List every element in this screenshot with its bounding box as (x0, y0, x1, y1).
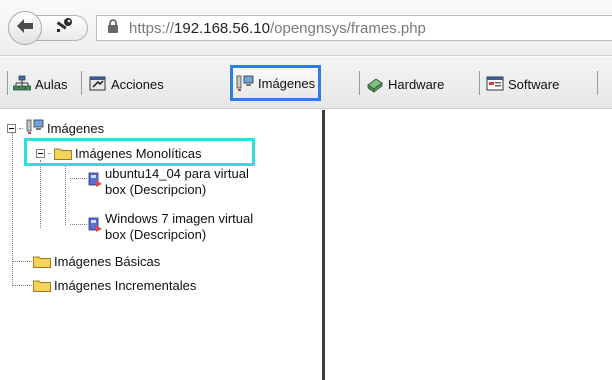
tree-group-label: Imágenes Incrementales (54, 278, 197, 293)
images-tree-frame: Imágenes Imágenes Monolíticas ubuntu14_0… (0, 110, 322, 380)
tree-image-item[interactable]: ubuntu14_04 para virtual box (Descripcio… (87, 166, 249, 198)
hardware-icon (366, 75, 384, 93)
toolbar-button-software[interactable]: Software (486, 70, 559, 98)
collapse-icon[interactable] (7, 124, 16, 133)
tree-group-monoliticas[interactable]: Imágenes Monolíticas (36, 146, 201, 161)
tree-image-item[interactable]: Windows 7 imagen virtual box (Descripcio… (87, 211, 253, 243)
content-frame (325, 110, 612, 380)
toolbar-separator (597, 71, 598, 95)
browser-url-bar: https://192.168.56.10/opengnsys/frames.p… (0, 0, 612, 56)
tree-group-incrementales[interactable]: Imágenes Incrementales (33, 278, 196, 293)
toolbar-label-imagenes: Imágenes (258, 75, 316, 91)
toolbar-separator (359, 71, 360, 95)
url-prefix: https:// (129, 19, 175, 37)
tree-root-label: Imágenes (47, 121, 105, 136)
tree-guide-line (12, 261, 32, 262)
actions-icon (89, 75, 107, 93)
folder-icon (33, 255, 51, 268)
disk-image-icon (87, 172, 103, 192)
url-host: 192.168.56.10 (174, 19, 270, 37)
collapse-icon[interactable] (36, 149, 45, 158)
network-icon (13, 75, 31, 93)
tree-guide-line (40, 160, 41, 228)
toolbar-label-acciones: Acciones (111, 76, 164, 92)
tree-guide-line (70, 224, 87, 225)
toolbar-button-acciones[interactable]: Acciones (89, 70, 164, 98)
app-toolbar: Aulas Acciones Imágenes Hardware Softwar… (0, 57, 612, 109)
toolbar-label-hardware: Hardware (388, 76, 445, 92)
toolbar-separator (7, 71, 8, 95)
back-arrow-icon (16, 18, 34, 39)
toolbar-separator (81, 71, 82, 95)
toolbar-label-aulas: Aulas (35, 76, 68, 92)
tree-guide-line (65, 163, 66, 225)
tree-image-line2: box (Descripcion) (105, 227, 207, 242)
url-text: https://192.168.56.10/opengnsys/frames.p… (129, 20, 426, 37)
url-field[interactable]: https://192.168.56.10/opengnsys/frames.p… (96, 15, 612, 41)
tree-group-basicas[interactable]: Imágenes Básicas (33, 254, 160, 269)
toolbar-button-hardware[interactable]: Hardware (366, 70, 444, 98)
disk-image-icon (87, 217, 103, 237)
tree-guide-line (70, 178, 87, 179)
tree-group-label: Imágenes Básicas (54, 254, 161, 269)
toolbar-label-software: Software (508, 76, 560, 92)
tree-guide-line (12, 285, 32, 286)
tree-root-node[interactable]: Imágenes (7, 119, 104, 138)
folder-icon (33, 279, 51, 292)
toolbar-separator (479, 71, 480, 95)
computers-icon (236, 74, 254, 92)
tree-image-line1: Windows 7 imagen virtual (105, 211, 254, 226)
nav-group (8, 11, 100, 45)
back-button[interactable] (8, 11, 42, 45)
software-icon (486, 75, 504, 93)
tree-image-line2: box (Descripcion) (105, 182, 207, 197)
tree-guide-line (12, 130, 13, 286)
folder-icon (54, 147, 72, 160)
computers-icon (26, 119, 44, 138)
tree-group-label: Imágenes Monolíticas (75, 146, 202, 161)
toolbar-button-aulas[interactable]: Aulas (13, 70, 68, 98)
tree-image-line1: ubuntu14_04 para virtual (105, 166, 249, 181)
url-path: /opengnsys/frames.php (269, 19, 426, 37)
tree-connector (19, 128, 23, 129)
tree-connector (48, 153, 51, 154)
key-icon (54, 17, 74, 40)
toolbar-button-imagenes[interactable]: Imágenes (230, 65, 322, 101)
lock-icon (107, 19, 119, 37)
